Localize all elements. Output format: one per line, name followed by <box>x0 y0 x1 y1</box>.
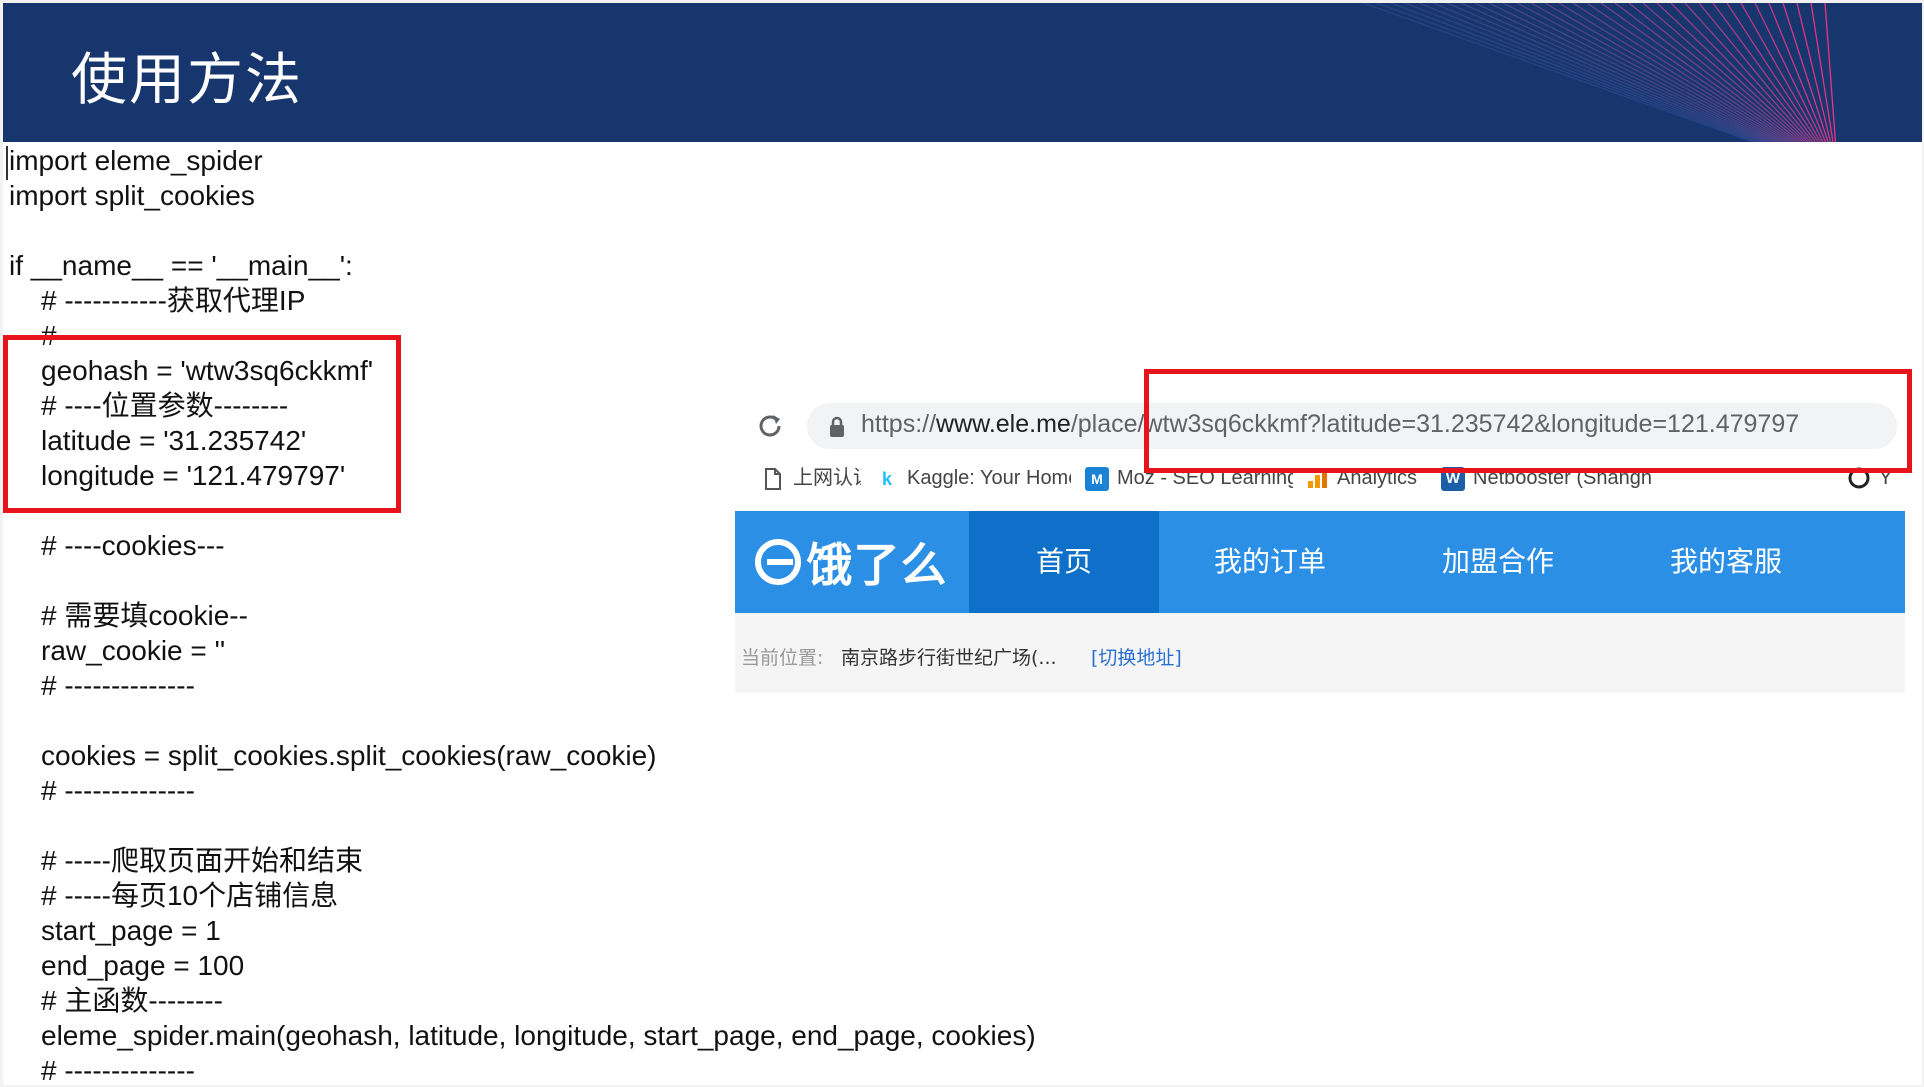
decorative-line <box>1572 3 1791 142</box>
code-line: # -----爬取页面开始和结束 <box>41 845 363 876</box>
decorative-line <box>1782 3 1829 142</box>
nav-item-join[interactable]: 加盟合作 <box>1403 511 1593 613</box>
code-line: if __name__ == '__main__': <box>9 250 353 281</box>
text-cursor <box>6 146 8 180</box>
code-line: end_page = 100 <box>41 950 245 981</box>
decorative-line <box>1530 3 1784 142</box>
decorative-lines <box>1362 3 1837 142</box>
location-label: 当前位置: <box>741 647 824 669</box>
code-line: # 主函数-------- <box>41 985 223 1016</box>
decorative-line <box>1754 3 1824 142</box>
nav-item-orders[interactable]: 我的订单 <box>1175 511 1365 613</box>
slide-header: 使用方法 <box>3 3 1922 142</box>
location-bar: 当前位置: 南京路步行街世纪广场(... [切换地址] <box>735 613 1905 693</box>
highlight-box-params <box>3 335 401 513</box>
eleme-e-icon <box>754 539 801 585</box>
code-line: eleme_spider.main(geohash, latitude, lon… <box>41 1020 1036 1051</box>
highlight-box-url <box>1144 369 1912 473</box>
code-line: # -------------- <box>41 775 195 806</box>
kaggle-icon: k <box>881 468 892 489</box>
code-line: start_page = 1 <box>41 915 221 946</box>
page-icon <box>761 467 785 491</box>
decorative-line <box>1446 3 1769 142</box>
code-line: # -------------- <box>41 1055 195 1085</box>
moz-icon: M <box>1085 466 1109 491</box>
code-line: cookies = split_cookies.split_cookies(ra… <box>41 740 657 771</box>
slide-title: 使用方法 <box>71 48 303 113</box>
decorative-line <box>1460 3 1771 142</box>
eleme-logo[interactable]: 饿了么 <box>735 511 967 613</box>
switch-address-link[interactable]: [切换地址] <box>1091 643 1182 670</box>
code-line: import split_cookies <box>9 180 255 211</box>
code-line: # -----------获取代理IP <box>41 285 306 316</box>
decorative-line <box>1586 3 1794 142</box>
decorative-line <box>1502 3 1779 142</box>
decorative-line <box>1418 3 1764 142</box>
decorative-line <box>1488 3 1776 142</box>
slide: 使用方法 import eleme_spiderimport split_coo… <box>3 3 1922 1085</box>
decorative-line <box>1362 3 1754 142</box>
site-nav-bar: 饿了么 首页 我的订单 加盟合作 我的客服 <box>735 511 1905 613</box>
location-value: 南京路步行街世纪广场(... <box>841 647 1057 669</box>
nav-item-service[interactable]: 我的客服 <box>1631 511 1821 613</box>
code-line: import eleme_spider <box>9 145 263 176</box>
bookmark-item[interactable]: 上网认证 <box>761 463 861 493</box>
decorative-line <box>1670 3 1809 142</box>
reload-icon[interactable] <box>755 411 785 441</box>
decorative-line <box>1768 3 1827 142</box>
lock-icon <box>830 416 844 437</box>
code-line: # -----每页10个店铺信息 <box>41 880 339 911</box>
nav-item-home[interactable]: 首页 <box>969 511 1159 613</box>
bookmark-item[interactable]: k Kaggle: Your Home <box>875 463 1071 493</box>
